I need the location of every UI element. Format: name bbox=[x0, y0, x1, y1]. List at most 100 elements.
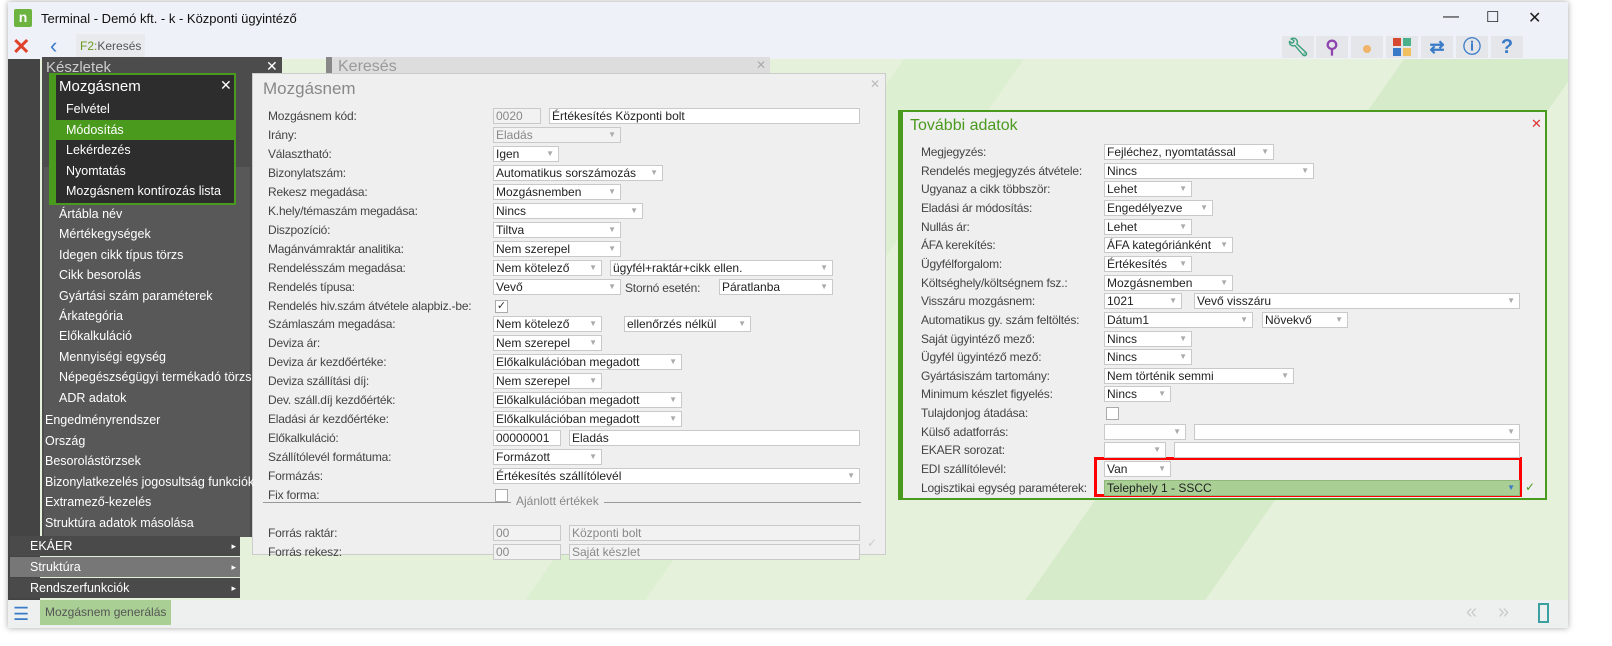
chevron-down-icon[interactable]: ▼ bbox=[608, 223, 616, 237]
submenu-item[interactable]: Népegészségügyi termékadó törzs bbox=[59, 370, 251, 384]
chevron-down-icon[interactable]: ▼ bbox=[1179, 257, 1187, 271]
back-icon[interactable]: ‹ bbox=[50, 33, 57, 59]
submenu-item[interactable]: Előkalkuláció bbox=[59, 329, 132, 343]
confirm-icon[interactable]: ✓ bbox=[1525, 480, 1535, 494]
chevron-down-icon[interactable]: ▼ bbox=[589, 261, 597, 275]
submenu-item[interactable]: ADR adatok bbox=[59, 391, 126, 405]
checkbox[interactable]: ✓ bbox=[495, 299, 508, 313]
chevron-down-icon[interactable]: ▼ bbox=[1200, 201, 1208, 215]
dropdown[interactable]: Eladás ▼ bbox=[493, 126, 621, 143]
chevron-down-icon[interactable]: ▼ bbox=[608, 128, 616, 142]
chevron-down-icon[interactable]: ▼ bbox=[669, 412, 677, 426]
dropdown[interactable]: Telephely 1 - SSCC ▼ bbox=[1104, 479, 1520, 496]
dropdown[interactable]: Páratlanba ▼ bbox=[719, 278, 833, 295]
chevron-down-icon[interactable]: ▼ bbox=[608, 242, 616, 256]
dropdown[interactable]: ▼ bbox=[1104, 442, 1166, 459]
submenu-item[interactable]: Gyártási szám paraméterek bbox=[59, 289, 213, 303]
chevron-down-icon[interactable]: ▼ bbox=[1240, 313, 1248, 327]
confirm-icon[interactable]: ✓ bbox=[867, 536, 877, 550]
dropdown[interactable]: Nem szerepel ▼ bbox=[493, 240, 621, 257]
dropdown[interactable]: Nem történik semmi ▼ bbox=[1104, 367, 1294, 384]
maximize-icon[interactable]: ☐ bbox=[1486, 8, 1499, 26]
dropdown[interactable]: Formázott ▼ bbox=[493, 449, 602, 466]
chevron-down-icon[interactable]: ▼ bbox=[820, 280, 828, 294]
chevron-down-icon[interactable]: ▼ bbox=[1179, 220, 1187, 234]
dropdown[interactable]: ügyfél+raktár+cikk ellen. ▼ bbox=[610, 259, 833, 276]
menu-item[interactable]: Struktúra adatok másolása bbox=[45, 516, 194, 530]
chevron-down-icon[interactable]: ▼ bbox=[650, 166, 658, 180]
chevron-down-icon[interactable]: ▼ bbox=[1261, 145, 1269, 159]
text-field[interactable]: Eladás bbox=[569, 430, 860, 447]
chevron-down-icon[interactable]: ▼ bbox=[847, 469, 855, 483]
chevron-down-icon[interactable]: ▼ bbox=[1220, 276, 1228, 290]
chevron-down-icon[interactable]: ▼ bbox=[589, 336, 597, 350]
menu-item[interactable]: Besorolástörzsek bbox=[45, 454, 141, 468]
dropdown[interactable]: Tiltva ▼ bbox=[493, 221, 621, 238]
submenu-item[interactable]: Cikk besorolás bbox=[59, 268, 141, 282]
chevron-down-icon[interactable]: ▼ bbox=[669, 355, 677, 369]
chevron-down-icon[interactable]: ▼ bbox=[589, 317, 597, 331]
submenu-item[interactable]: Mennyiségi egység bbox=[59, 350, 166, 364]
dropdown[interactable]: Automatikus sorszámozás ▼ bbox=[493, 164, 663, 181]
chevron-down-icon[interactable]: ▼ bbox=[1179, 182, 1187, 196]
chevron-down-icon[interactable]: ▼ bbox=[1169, 294, 1177, 308]
dropdown[interactable]: ▼ bbox=[1104, 423, 1186, 440]
dropdown[interactable]: Vevő ▼ bbox=[493, 278, 621, 295]
text-field[interactable]: Értékesítés Központi bolt bbox=[549, 108, 860, 124]
dropdown[interactable]: Nem szerepel ▼ bbox=[493, 335, 602, 352]
chevron-down-icon[interactable]: ▼ bbox=[1153, 443, 1161, 457]
chevron-down-icon[interactable]: ▼ bbox=[1507, 425, 1515, 439]
dropdown[interactable]: Mozgásnemben ▼ bbox=[493, 183, 621, 200]
dropdown[interactable]: Előkalkulációban megadott ▼ bbox=[493, 392, 682, 409]
dropdown[interactable]: Vevő visszáru ▼ bbox=[1194, 293, 1520, 310]
submenu-item[interactable]: Idegen cikk típus törzs bbox=[59, 248, 183, 262]
text-field[interactable]: 0020 bbox=[493, 108, 541, 124]
dropdown[interactable]: Nem kötelező ▼ bbox=[493, 259, 602, 276]
menu-item[interactable]: Rendszerfunkciók ▸ bbox=[10, 578, 240, 598]
chevron-down-icon[interactable]: ▼ bbox=[1220, 238, 1228, 252]
text-field[interactable]: 00 bbox=[493, 524, 561, 541]
chevron-down-icon[interactable]: ▼ bbox=[589, 450, 597, 464]
next-icon[interactable]: » bbox=[1498, 601, 1509, 624]
dropdown[interactable]: Előkalkulációban megadott ▼ bbox=[493, 354, 682, 371]
chevron-down-icon[interactable]: ▼ bbox=[1301, 164, 1309, 178]
dropdown[interactable]: Értékesítés szállítólevél ▼ bbox=[493, 468, 860, 485]
popup-item[interactable]: Mozgásnem kontírozás lista bbox=[56, 181, 234, 201]
minimize-icon[interactable]: — bbox=[1443, 8, 1459, 26]
dropdown[interactable]: Nem kötelező ▼ bbox=[493, 316, 602, 333]
chevron-down-icon[interactable]: ▼ bbox=[1335, 313, 1343, 327]
help-icon[interactable]: ? bbox=[1491, 36, 1523, 58]
popup-item[interactable]: Lekérdezés bbox=[56, 140, 234, 160]
text-field[interactable]: 00 bbox=[493, 543, 561, 560]
search-icon[interactable]: ⚲ bbox=[1316, 36, 1348, 58]
chevron-down-icon[interactable]: ▼ bbox=[608, 185, 616, 199]
wrench-icon[interactable]: 🔧︎ bbox=[1282, 36, 1314, 58]
submenu-item[interactable]: Ártábla név bbox=[59, 207, 122, 221]
menu-icon[interactable]: ☰ bbox=[13, 604, 29, 625]
chevron-down-icon[interactable]: ▼ bbox=[546, 147, 554, 161]
close-icon[interactable]: ✕ bbox=[1531, 116, 1542, 132]
dropdown[interactable]: Mozgásnemben ▼ bbox=[1104, 274, 1233, 291]
dropdown[interactable]: Igen ▼ bbox=[493, 145, 559, 162]
popup-item[interactable]: Nyomtatás bbox=[56, 161, 234, 181]
search-shortcut-button[interactable]: F2:Keresés bbox=[76, 34, 146, 59]
menu-item[interactable]: Engedményrendszer bbox=[45, 413, 160, 427]
checkbox[interactable] bbox=[1106, 407, 1119, 421]
dropdown[interactable]: Növekvő ▼ bbox=[1262, 311, 1348, 328]
text-field[interactable]: Központi bolt bbox=[569, 524, 860, 541]
chevron-down-icon[interactable]: ▼ bbox=[1173, 425, 1181, 439]
dropdown[interactable]: Lehet ▼ bbox=[1104, 218, 1192, 235]
dropdown[interactable]: Fejléchez, nyomtatással ▼ bbox=[1104, 144, 1274, 160]
dropdown[interactable]: ▼ bbox=[1194, 423, 1520, 440]
info-icon[interactable]: ⓘ bbox=[1456, 36, 1488, 58]
dropdown[interactable]: Lehet ▼ bbox=[1104, 181, 1192, 198]
close-icon[interactable]: ✕ bbox=[12, 34, 30, 60]
text-field[interactable]: 00000001 bbox=[493, 430, 561, 447]
popup-item[interactable]: Módosítás bbox=[56, 119, 234, 140]
dropdown[interactable]: Van ▼ bbox=[1104, 461, 1171, 478]
chevron-down-icon[interactable]: ▼ bbox=[589, 374, 597, 388]
dropdown[interactable]: Nincs ▼ bbox=[1104, 330, 1192, 347]
chevron-down-icon[interactable]: ▼ bbox=[669, 393, 677, 407]
chevron-down-icon[interactable]: ▼ bbox=[1158, 387, 1166, 401]
chevron-down-icon[interactable]: ▼ bbox=[738, 317, 746, 331]
